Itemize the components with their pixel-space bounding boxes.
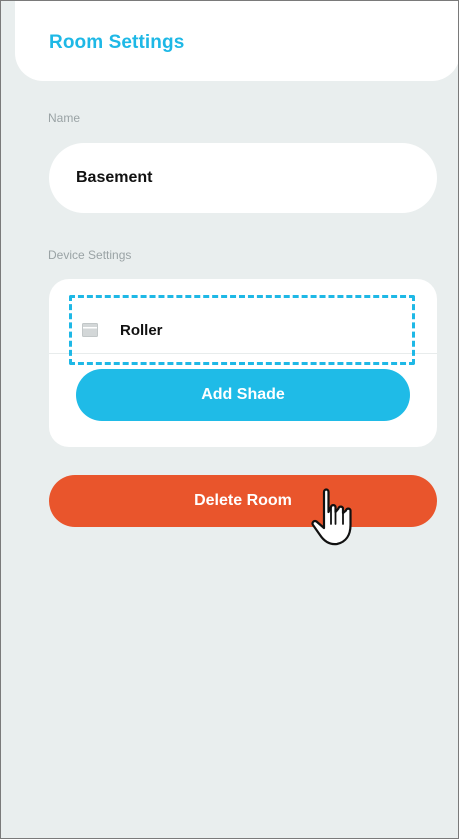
page-title: Room Settings: [49, 32, 185, 53]
hand-pointer-icon: [306, 487, 362, 549]
name-section-label: Name: [48, 111, 81, 125]
room-name-value[interactable]: Basement: [76, 169, 152, 187]
roller-shade-icon: [82, 323, 98, 337]
shade-list-item-roller[interactable]: Roller: [69, 295, 415, 365]
device-settings-card: Roller Add Shade: [49, 279, 437, 447]
add-shade-button[interactable]: Add Shade: [76, 369, 410, 421]
delete-room-button[interactable]: Delete Room: [49, 475, 437, 527]
room-name-field[interactable]: Basement: [49, 143, 437, 213]
header-panel: Room Settings: [15, 1, 458, 81]
room-settings-screen: Room Settings Name Basement Device Setti…: [0, 0, 459, 839]
device-settings-label: Device Settings: [48, 248, 132, 262]
shade-label: Roller: [120, 321, 163, 339]
